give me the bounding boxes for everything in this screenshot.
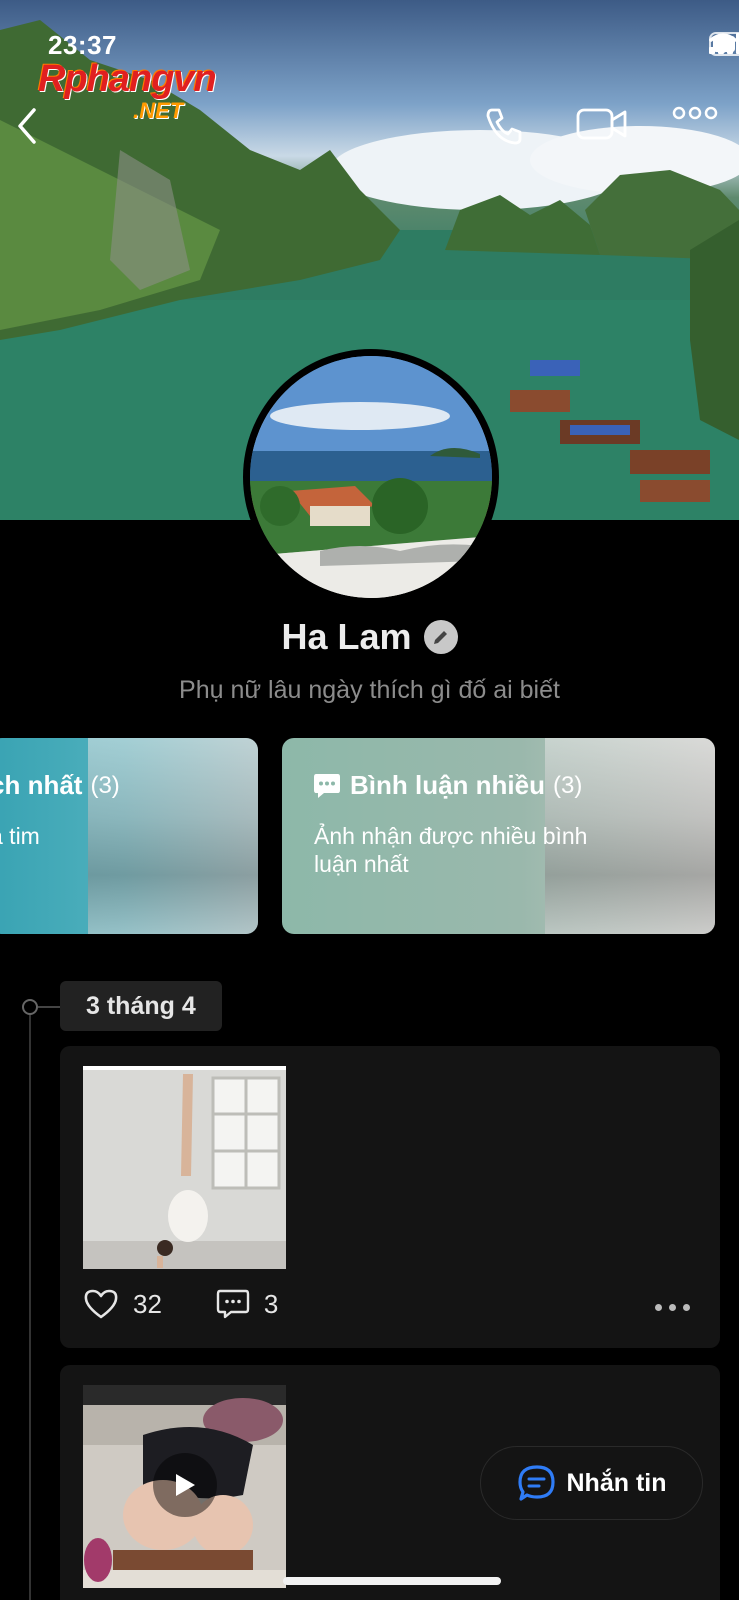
- watermark-sub: .NET: [133, 98, 184, 123]
- comment-count: 3: [263, 1288, 279, 1319]
- video-call-button[interactable]: [576, 106, 628, 150]
- message-button[interactable]: Nhắn tin: [480, 1446, 703, 1520]
- post-more-button[interactable]: [655, 1304, 690, 1311]
- profile-bio: Phụ nữ lâu ngày thích gì đố ai biết: [179, 676, 560, 704]
- timeline-dot: [22, 999, 38, 1015]
- more-options-button[interactable]: [672, 106, 722, 150]
- more-dot: [683, 1304, 690, 1311]
- highlight-card-most-commented[interactable]: Bình luận nhiều (3) Ảnh nhận được nhiều …: [282, 738, 715, 934]
- more-dot: [655, 1304, 662, 1311]
- chat-icon: [517, 1465, 555, 1501]
- card-description: ả tim: [0, 823, 40, 849]
- timeline-date: 3 tháng 4: [60, 981, 222, 1031]
- timeline-connector: [38, 1006, 60, 1008]
- play-button[interactable]: [153, 1453, 217, 1517]
- status-time: 23:37: [48, 30, 117, 60]
- home-indicator[interactable]: [283, 1577, 501, 1585]
- more-horizontal-icon: [672, 106, 718, 120]
- card-title: Bình luận nhiều (3): [312, 770, 582, 801]
- phone-icon: [486, 108, 522, 145]
- avatar-image: [250, 356, 492, 598]
- pencil-icon: [433, 631, 447, 644]
- profile-name-row: Ha Lam: [0, 616, 739, 658]
- more-dot: [669, 1304, 676, 1311]
- call-button[interactable]: [484, 106, 528, 150]
- post-video-thumbnail[interactable]: [83, 1385, 286, 1588]
- comment-icon[interactable]: [216, 1288, 250, 1320]
- back-button[interactable]: [14, 106, 58, 150]
- message-button-label: Nhắn tin: [566, 1468, 667, 1497]
- profile-avatar[interactable]: [243, 349, 499, 605]
- heart-icon[interactable]: [83, 1288, 119, 1320]
- video-icon: [576, 108, 627, 140]
- watermark-main: Rphangvn: [38, 58, 217, 100]
- comment-bubble-icon: [314, 773, 340, 798]
- post-actions: 32 3: [83, 1288, 278, 1320]
- card-description: Ảnh nhận được nhiều bình luận nhất: [314, 823, 588, 877]
- edit-name-button[interactable]: [423, 620, 458, 654]
- card-title-text: Bình luận nhiều: [350, 770, 545, 800]
- post-thumbnail[interactable]: [83, 1066, 286, 1269]
- card-count: (3): [553, 771, 583, 799]
- play-icon: [176, 1474, 195, 1496]
- battery-icon: [709, 32, 739, 56]
- card-count: (3): [90, 771, 120, 799]
- highlight-card-most-liked[interactable]: ch nhất (3) ả tim: [0, 738, 258, 934]
- like-count: 32: [133, 1288, 162, 1319]
- card-title: ch nhất (3): [0, 770, 120, 801]
- profile-name: Ha Lam: [281, 616, 412, 657]
- timeline-post[interactable]: 32 3: [60, 1046, 720, 1348]
- timeline-line: [29, 1014, 31, 1600]
- card-title-text: ch nhất: [0, 770, 83, 800]
- chevron-left-icon: [18, 108, 36, 144]
- card-background-photo: [88, 738, 258, 934]
- watermark-logo: Rphangvn .NET: [38, 58, 217, 123]
